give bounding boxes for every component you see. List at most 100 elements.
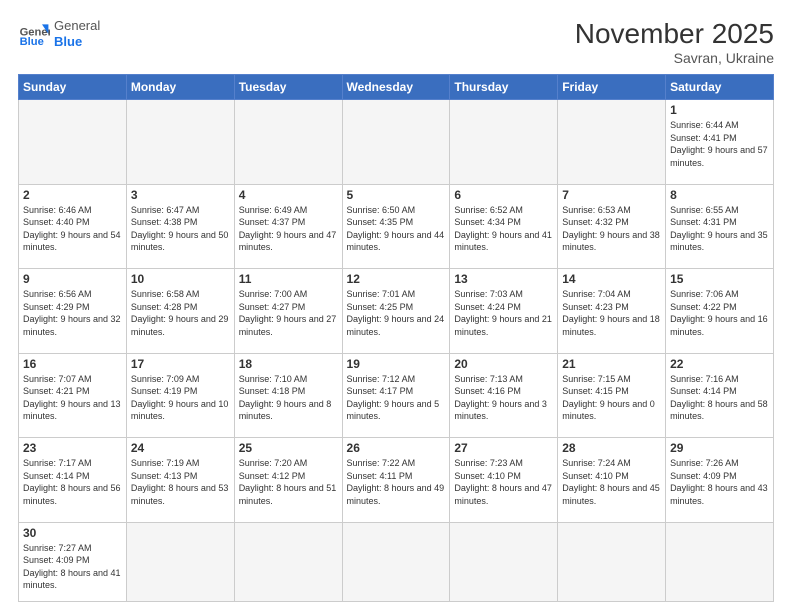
day-number: 13 bbox=[454, 272, 553, 286]
calendar-cell bbox=[558, 100, 666, 185]
day-info: Sunrise: 7:27 AM Sunset: 4:09 PM Dayligh… bbox=[23, 542, 122, 592]
day-info: Sunrise: 7:24 AM Sunset: 4:10 PM Dayligh… bbox=[562, 457, 661, 507]
day-number: 15 bbox=[670, 272, 769, 286]
day-info: Sunrise: 7:06 AM Sunset: 4:22 PM Dayligh… bbox=[670, 288, 769, 338]
day-number: 22 bbox=[670, 357, 769, 371]
calendar-table: SundayMondayTuesdayWednesdayThursdayFrid… bbox=[18, 74, 774, 602]
day-number: 12 bbox=[347, 272, 446, 286]
day-number: 14 bbox=[562, 272, 661, 286]
day-info: Sunrise: 7:13 AM Sunset: 4:16 PM Dayligh… bbox=[454, 373, 553, 423]
calendar-page: General Blue General Blue November 2025 … bbox=[0, 0, 792, 612]
weekday-header-sunday: Sunday bbox=[19, 75, 127, 100]
calendar-cell: 14Sunrise: 7:04 AM Sunset: 4:23 PM Dayli… bbox=[558, 269, 666, 354]
day-info: Sunrise: 7:10 AM Sunset: 4:18 PM Dayligh… bbox=[239, 373, 338, 423]
day-info: Sunrise: 6:56 AM Sunset: 4:29 PM Dayligh… bbox=[23, 288, 122, 338]
calendar-cell: 19Sunrise: 7:12 AM Sunset: 4:17 PM Dayli… bbox=[342, 353, 450, 438]
location: Savran, Ukraine bbox=[575, 50, 774, 66]
day-info: Sunrise: 6:58 AM Sunset: 4:28 PM Dayligh… bbox=[131, 288, 230, 338]
day-info: Sunrise: 6:52 AM Sunset: 4:34 PM Dayligh… bbox=[454, 204, 553, 254]
calendar-cell: 3Sunrise: 6:47 AM Sunset: 4:38 PM Daylig… bbox=[126, 184, 234, 269]
logo-icon: General Blue bbox=[18, 18, 50, 50]
day-number: 7 bbox=[562, 188, 661, 202]
calendar-cell: 11 Sunrise: 7:00 AM Sunset: 4:27 PM Dayli… bbox=[234, 269, 342, 354]
day-info: Sunrise: 7:26 AM Sunset: 4:09 PM Dayligh… bbox=[670, 457, 769, 507]
calendar-cell: 27 Sunrise: 7:23 AM Sunset: 4:10 PM Dayli… bbox=[450, 438, 558, 523]
calendar-cell bbox=[19, 100, 127, 185]
day-number: 5 bbox=[347, 188, 446, 202]
weekday-header-monday: Monday bbox=[126, 75, 234, 100]
calendar-cell: 29Sunrise: 7:26 AM Sunset: 4:09 PM Dayli… bbox=[666, 438, 774, 523]
calendar-cell: 5 Sunrise: 6:50 AM Sunset: 4:35 PM Daylig… bbox=[342, 184, 450, 269]
day-info: Sunrise: 6:44 AM Sunset: 4:41 PM Dayligh… bbox=[670, 119, 769, 169]
calendar-cell: 13Sunrise: 7:03 AM Sunset: 4:24 PM Dayli… bbox=[450, 269, 558, 354]
calendar-cell: 30 Sunrise: 7:27 AM Sunset: 4:09 PM Dayli… bbox=[19, 522, 127, 602]
calendar-cell: 28Sunrise: 7:24 AM Sunset: 4:10 PM Dayli… bbox=[558, 438, 666, 523]
calendar-cell: 6 Sunrise: 6:52 AM Sunset: 4:34 PM Daylig… bbox=[450, 184, 558, 269]
calendar-cell: 25 Sunrise: 7:20 AM Sunset: 4:12 PM Dayli… bbox=[234, 438, 342, 523]
month-title: November 2025 bbox=[575, 18, 774, 50]
week-row-5: 23 Sunrise: 7:17 AM Sunset: 4:14 PM Dayli… bbox=[19, 438, 774, 523]
week-row-2: 2Sunrise: 6:46 AM Sunset: 4:40 PM Daylig… bbox=[19, 184, 774, 269]
logo-blue-text: Blue bbox=[54, 34, 100, 50]
day-info: Sunrise: 7:17 AM Sunset: 4:14 PM Dayligh… bbox=[23, 457, 122, 507]
day-number: 20 bbox=[454, 357, 553, 371]
calendar-cell: 15 Sunrise: 7:06 AM Sunset: 4:22 PM Dayli… bbox=[666, 269, 774, 354]
calendar-cell: 2Sunrise: 6:46 AM Sunset: 4:40 PM Daylig… bbox=[19, 184, 127, 269]
weekday-header-saturday: Saturday bbox=[666, 75, 774, 100]
week-row-4: 16 Sunrise: 7:07 AM Sunset: 4:21 PM Dayli… bbox=[19, 353, 774, 438]
calendar-cell bbox=[342, 522, 450, 602]
day-info: Sunrise: 7:23 AM Sunset: 4:10 PM Dayligh… bbox=[454, 457, 553, 507]
day-number: 17 bbox=[131, 357, 230, 371]
day-number: 27 bbox=[454, 441, 553, 455]
day-number: 4 bbox=[239, 188, 338, 202]
calendar-cell: 24Sunrise: 7:19 AM Sunset: 4:13 PM Dayli… bbox=[126, 438, 234, 523]
weekday-header-wednesday: Wednesday bbox=[342, 75, 450, 100]
day-info: Sunrise: 6:49 AM Sunset: 4:37 PM Dayligh… bbox=[239, 204, 338, 254]
day-info: Sunrise: 7:00 AM Sunset: 4:27 PM Dayligh… bbox=[239, 288, 338, 338]
calendar-cell bbox=[234, 100, 342, 185]
day-number: 9 bbox=[23, 272, 122, 286]
calendar-cell: 22Sunrise: 7:16 AM Sunset: 4:14 PM Dayli… bbox=[666, 353, 774, 438]
week-row-6: 30 Sunrise: 7:27 AM Sunset: 4:09 PM Dayli… bbox=[19, 522, 774, 602]
day-info: Sunrise: 7:15 AM Sunset: 4:15 PM Dayligh… bbox=[562, 373, 661, 423]
day-info: Sunrise: 6:47 AM Sunset: 4:38 PM Dayligh… bbox=[131, 204, 230, 254]
day-number: 25 bbox=[239, 441, 338, 455]
day-number: 30 bbox=[23, 526, 122, 540]
svg-text:Blue: Blue bbox=[20, 36, 44, 48]
calendar-cell bbox=[666, 522, 774, 602]
calendar-cell: 4 Sunrise: 6:49 AM Sunset: 4:37 PM Daylig… bbox=[234, 184, 342, 269]
day-number: 26 bbox=[347, 441, 446, 455]
title-block: November 2025 Savran, Ukraine bbox=[575, 18, 774, 66]
day-number: 1 bbox=[670, 103, 769, 117]
day-number: 16 bbox=[23, 357, 122, 371]
day-info: Sunrise: 6:53 AM Sunset: 4:32 PM Dayligh… bbox=[562, 204, 661, 254]
week-row-3: 9 Sunrise: 6:56 AM Sunset: 4:29 PM Daylig… bbox=[19, 269, 774, 354]
weekday-header-row: SundayMondayTuesdayWednesdayThursdayFrid… bbox=[19, 75, 774, 100]
calendar-cell: 18 Sunrise: 7:10 AM Sunset: 4:18 PM Dayli… bbox=[234, 353, 342, 438]
day-number: 8 bbox=[670, 188, 769, 202]
day-number: 11 bbox=[239, 272, 338, 286]
logo-general-text: General bbox=[54, 18, 100, 34]
calendar-cell: 20 Sunrise: 7:13 AM Sunset: 4:16 PM Dayli… bbox=[450, 353, 558, 438]
week-row-1: 1 Sunrise: 6:44 AM Sunset: 4:41 PM Daylig… bbox=[19, 100, 774, 185]
day-info: Sunrise: 6:46 AM Sunset: 4:40 PM Dayligh… bbox=[23, 204, 122, 254]
day-number: 24 bbox=[131, 441, 230, 455]
day-info: Sunrise: 6:50 AM Sunset: 4:35 PM Dayligh… bbox=[347, 204, 446, 254]
header: General Blue General Blue November 2025 … bbox=[18, 18, 774, 66]
day-info: Sunrise: 7:20 AM Sunset: 4:12 PM Dayligh… bbox=[239, 457, 338, 507]
calendar-cell: 9 Sunrise: 6:56 AM Sunset: 4:29 PM Daylig… bbox=[19, 269, 127, 354]
day-number: 23 bbox=[23, 441, 122, 455]
calendar-cell: 23 Sunrise: 7:17 AM Sunset: 4:14 PM Dayli… bbox=[19, 438, 127, 523]
calendar-cell: 17Sunrise: 7:09 AM Sunset: 4:19 PM Dayli… bbox=[126, 353, 234, 438]
calendar-cell bbox=[126, 522, 234, 602]
calendar-cell: 21Sunrise: 7:15 AM Sunset: 4:15 PM Dayli… bbox=[558, 353, 666, 438]
calendar-cell bbox=[342, 100, 450, 185]
day-number: 6 bbox=[454, 188, 553, 202]
calendar-cell: 1 Sunrise: 6:44 AM Sunset: 4:41 PM Daylig… bbox=[666, 100, 774, 185]
day-number: 18 bbox=[239, 357, 338, 371]
calendar-cell: 16 Sunrise: 7:07 AM Sunset: 4:21 PM Dayli… bbox=[19, 353, 127, 438]
calendar-cell: 26Sunrise: 7:22 AM Sunset: 4:11 PM Dayli… bbox=[342, 438, 450, 523]
day-number: 10 bbox=[131, 272, 230, 286]
day-info: Sunrise: 7:07 AM Sunset: 4:21 PM Dayligh… bbox=[23, 373, 122, 423]
calendar-cell: 8Sunrise: 6:55 AM Sunset: 4:31 PM Daylig… bbox=[666, 184, 774, 269]
